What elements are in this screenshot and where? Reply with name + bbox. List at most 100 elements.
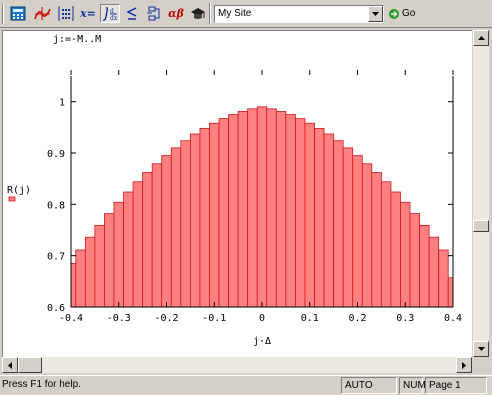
chart-bar: [189, 133, 201, 308]
status-page-pane: Page 1: [425, 377, 487, 394]
calculator-icon: [10, 6, 26, 21]
legend-swatch: [8, 196, 16, 202]
chart-bar: [409, 213, 420, 308]
matrix-icon: [58, 6, 74, 21]
range-definition[interactable]: j:=-M..M: [53, 34, 101, 45]
x-tick-label: -0.4: [59, 313, 83, 324]
y-tick-label: 0.8: [47, 200, 65, 211]
site-dropdown[interactable]: My Site: [214, 5, 384, 23]
x-tick-label: 0.1: [301, 313, 319, 324]
scrollbar-corner: [472, 357, 489, 373]
vertical-scrollbar[interactable]: [472, 30, 489, 357]
chart-bar: [228, 114, 239, 308]
chart-bar: [104, 213, 115, 308]
chart-bar: [428, 236, 440, 308]
svg-text:dx: dx: [110, 15, 118, 22]
arrow-down-icon: [477, 347, 485, 351]
x-tick-label: 0.2: [348, 313, 366, 324]
chart-bar: [285, 114, 296, 308]
x-tick-label: -0.1: [202, 313, 226, 324]
chart-bar: [333, 140, 344, 308]
chart-bar: [400, 201, 411, 308]
evaluation-toolbar-button[interactable]: x=: [78, 4, 98, 23]
chart-bar: [323, 133, 335, 308]
chart-bar: [352, 155, 363, 308]
bar-chart[interactable]: -0.4 -0.3 -0.2 -0.1 0 0.1 0.2 0.3 0.4 0.6 0.7 0.8 0.…: [3, 31, 469, 356]
x-tick-label: -0.3: [107, 313, 131, 324]
graph-toolbar-button[interactable]: [32, 4, 52, 23]
toolbar-grip: [2, 3, 4, 24]
chart-bar: [304, 122, 315, 308]
chart-bar: [113, 201, 124, 308]
arrow-right-icon: [462, 361, 466, 369]
chart-bar: [151, 163, 163, 308]
greek-toolbar-button[interactable]: αβ: [166, 4, 186, 23]
horizontal-scrollbar[interactable]: [2, 357, 472, 373]
program-block-icon: [147, 6, 160, 21]
chart-bar: [419, 224, 430, 308]
chart-bar: [180, 140, 191, 308]
x-tick-label: 0: [259, 313, 265, 324]
y-tick-label: 0.9: [47, 149, 65, 160]
horizontal-scroll-thumb[interactable]: [18, 357, 42, 373]
status-message: Press F1 for help.: [2, 379, 81, 390]
scroll-up-button[interactable]: [473, 30, 489, 46]
chevron-down-icon[interactable]: [368, 6, 383, 22]
symbolic-toolbar-button[interactable]: [188, 4, 208, 23]
chart-bar: [390, 191, 401, 308]
x-tick-label: -0.2: [154, 313, 178, 324]
chart-bar: [75, 249, 86, 308]
chart-bar: [438, 249, 449, 308]
scroll-left-button[interactable]: [2, 357, 18, 373]
programming-toolbar-button[interactable]: [144, 4, 164, 23]
chart-bar: [70, 262, 77, 308]
evaluation-label: x=: [80, 7, 96, 20]
go-arrow-icon: [389, 8, 399, 19]
math-toolbar: x= d dx αβ My Site Go: [0, 0, 492, 28]
chart-bar: [237, 111, 249, 308]
y-axis-label: R(j): [7, 185, 31, 196]
chart-bar: [218, 118, 229, 308]
calculator-toolbar-button[interactable]: [8, 4, 28, 23]
x-tick-label: 0.4: [444, 313, 462, 324]
chart-bar: [161, 155, 172, 308]
chart-bar: [247, 108, 258, 308]
chart-bar: [295, 118, 306, 308]
chart-bar: [361, 163, 373, 308]
chart-bar: [371, 172, 382, 308]
x-tick-label: 0.3: [396, 313, 414, 324]
graduation-cap-icon: [191, 8, 205, 19]
vertical-scroll-thumb[interactable]: [473, 220, 489, 232]
chart-bar: [170, 147, 182, 308]
worksheet-area[interactable]: j:=-M..M -0.4 -0.3 -0.2 -0.1 0 0.1 0.2 0.3 0.4 0.…: [2, 30, 472, 357]
status-auto-pane: AUTO: [341, 377, 397, 394]
less-equal-icon: [126, 7, 137, 20]
chart-bar: [256, 106, 268, 308]
chart-bar: [199, 127, 210, 308]
toolbar-separator: [209, 3, 211, 24]
scroll-right-button[interactable]: [456, 357, 472, 373]
status-bar: Press F1 for help. AUTO NUM Page 1: [0, 375, 492, 395]
go-button[interactable]: Go: [388, 4, 422, 23]
chart-bar: [275, 111, 287, 308]
boolean-toolbar-button[interactable]: [122, 4, 142, 23]
y-tick-label: 0.7: [47, 252, 65, 263]
matrix-toolbar-button[interactable]: [56, 4, 76, 23]
chart-bar: [84, 236, 96, 308]
chart-bar: [209, 122, 220, 308]
chart-bar: [342, 147, 354, 308]
arrow-up-icon: [477, 36, 485, 40]
integral-derivative-icon: d dx: [102, 6, 118, 22]
chart-bar: [132, 181, 144, 308]
chart-bar: [94, 224, 105, 308]
scroll-down-button[interactable]: [473, 341, 489, 357]
chart-bar: [380, 181, 392, 308]
chart-bar: [447, 277, 454, 308]
x-axis-label: j·Δ: [253, 336, 271, 347]
calculus-toolbar-button[interactable]: d dx: [100, 4, 120, 23]
chart-bar: [314, 127, 325, 308]
arrow-left-icon: [8, 361, 12, 369]
y-tick-label: 0.6: [47, 303, 65, 314]
y-tick-label: 1: [59, 98, 65, 109]
status-num-pane: NUM: [399, 377, 426, 394]
